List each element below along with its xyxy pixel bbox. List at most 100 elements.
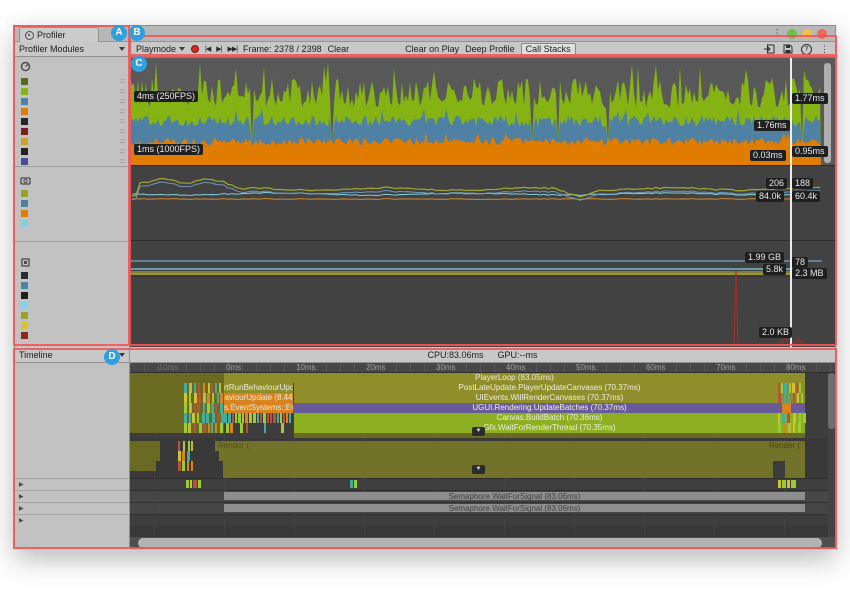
timeline-bar[interactable] [217,393,219,403]
module-header[interactable] [20,61,35,75]
deep-profile-button[interactable]: Deep Profile [465,44,515,54]
cpu-usage-chart[interactable] [130,58,835,166]
module-header[interactable] [20,175,35,189]
timeline-bar[interactable] [187,451,190,461]
timeline-bar[interactable] [208,423,210,433]
timeline-bar[interactable] [178,461,181,471]
timeline-bar[interactable] [354,480,357,488]
timeline-sample-bar[interactable]: Render ( [766,441,805,451]
timeline-bar[interactable] [193,480,197,488]
time-ruler[interactable]: -10ms0ms10ms20ms30ms40ms50ms60ms70ms80ms [130,363,835,373]
timeline-bar[interactable] [215,403,217,413]
timeline-bar[interactable] [270,413,272,423]
timeline-bar[interactable] [193,423,196,433]
collapse-expander-button[interactable]: ▼ [472,427,485,436]
kebab-menu-icon[interactable]: ⋮ [820,44,829,54]
timeline-bar[interactable] [130,373,224,383]
playmode-dropdown[interactable]: Playmode [136,44,185,54]
timeline-bar[interactable] [207,393,210,403]
timeline-bar[interactable] [190,480,192,488]
timeline-sample-bar[interactable]: UIEvents.WillRenderCanvases (70.37ms) [294,393,805,403]
thread-row-background-job[interactable]: ▶ [15,514,129,526]
timeline-sample-bar[interactable]: Canvas.BuildBatch (70.36ms) [294,413,805,423]
legend-item[interactable]: = [21,76,125,86]
timeline-bar[interactable] [249,413,252,423]
timeline-bar[interactable] [183,441,185,451]
timeline-bar[interactable] [223,471,805,478]
timeline-bar[interactable] [207,403,210,413]
expand-arrow-icon[interactable]: ▶ [19,481,24,488]
timeline-bar[interactable] [793,393,795,403]
scrollbar-thumb[interactable] [828,373,835,429]
timeline-bar[interactable] [182,451,185,461]
timeline-bar[interactable] [277,413,279,423]
timeline-bar[interactable] [240,423,243,433]
legend-item[interactable]: = [21,126,125,136]
expand-arrow-icon[interactable]: ▶ [19,505,24,512]
timeline-sample-bar[interactable]: s.EventSystems::Ev [224,403,293,413]
timeline-bar[interactable] [784,423,786,433]
legend-item[interactable] [21,198,125,208]
timeline-bar[interactable] [784,393,786,403]
drag-handle-icon[interactable]: = [120,78,125,85]
timeline-bar[interactable] [212,393,214,403]
timeline-bar[interactable] [799,383,801,393]
clear-on-play-button[interactable]: Clear on Play [405,44,459,54]
timeline-sample-bar[interactable]: PlayerLoop (83.05ms) [224,373,805,383]
timeline-bar[interactable] [778,393,781,403]
timeline-bar[interactable] [785,461,805,471]
timeline-bar[interactable] [232,413,234,423]
timeline-bar[interactable] [791,480,796,488]
timeline-bar[interactable] [797,393,799,403]
timeline-bar[interactable] [203,383,205,393]
timeline-horizontal-scrollbar[interactable] [130,537,835,549]
legend-item[interactable]: = [21,106,125,116]
timeline-bar[interactable] [191,441,193,451]
timeline-bar[interactable] [263,413,266,423]
timeline-bar[interactable] [219,383,221,393]
drag-handle-icon[interactable]: = [120,88,125,95]
timeline-bar[interactable] [202,413,205,423]
expand-arrow-icon[interactable]: ▶ [19,493,24,500]
timeline-bar[interactable] [238,413,241,423]
legend-item[interactable] [21,320,125,330]
timeline-bar[interactable] [778,383,780,393]
timeline-bar[interactable] [235,413,237,423]
timeline-bar[interactable] [192,413,195,423]
thread-row-loading[interactable]: ▶ [15,490,129,502]
timeline-bar[interactable] [260,413,262,423]
timeline-bar[interactable] [198,383,200,393]
timeline-bar[interactable] [280,413,282,423]
timeline-bar[interactable] [189,403,192,413]
timeline-bar[interactable] [206,413,209,423]
drag-handle-icon[interactable]: = [120,158,125,165]
profiler-modules-dropdown[interactable]: Profiler Modules [15,42,130,56]
timeline-bar[interactable] [798,423,801,433]
timeline-bar[interactable] [242,413,244,423]
thread-row-job[interactable]: ▶ [15,478,129,490]
timeline-bar[interactable] [778,480,781,488]
timeline-bar[interactable] [787,480,790,488]
record-button[interactable] [191,45,199,53]
timeline-bar[interactable] [215,423,217,433]
timeline-bar[interactable] [215,383,217,393]
timeline-bar[interactable] [257,413,259,423]
timeline-bar[interactable] [191,461,193,471]
timeline-bar[interactable] [184,413,187,423]
timeline-bar[interactable] [801,393,803,403]
timeline-bar[interactable] [220,423,223,433]
timeline-bar[interactable] [178,451,181,461]
timeline-bar[interactable] [203,423,206,433]
timeline-bar[interactable] [226,423,229,433]
legend-item[interactable] [21,300,125,310]
drag-handle-icon[interactable]: = [120,98,125,105]
timeline-bar[interactable] [186,480,189,488]
window-light-green[interactable] [787,29,797,39]
timeline-bar[interactable] [283,413,285,423]
save-icon[interactable] [783,44,793,54]
timeline-bar[interactable] [130,413,224,423]
timeline-sample-bar[interactable]: rtRunBehaviourUpd [224,383,293,393]
timeline-vertical-scrollbar[interactable] [828,373,835,537]
collapse-expander-button[interactable]: ▼ [472,465,485,474]
timeline-sample-bar[interactable]: Semaphore.WaitForSignal (83.06ms) [224,504,805,512]
